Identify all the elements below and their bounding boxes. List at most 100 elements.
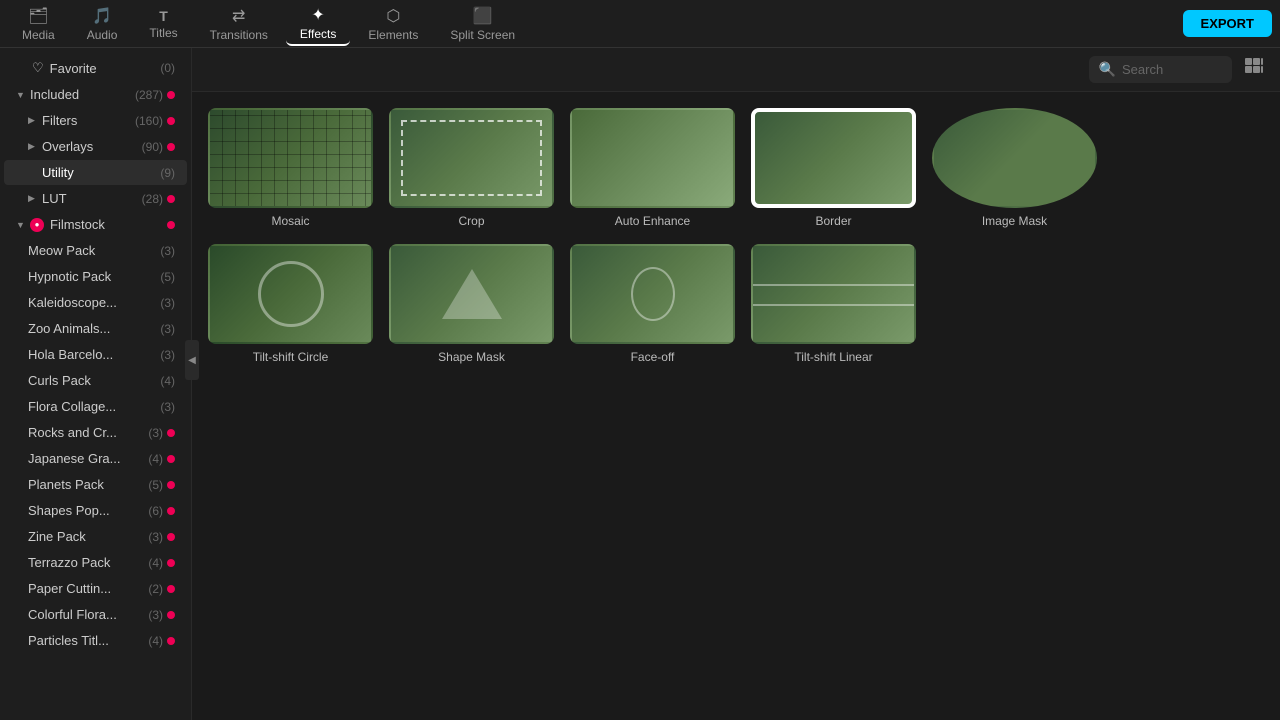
- sidebar-item-filmstock[interactable]: ▼ ● Filmstock: [4, 212, 187, 237]
- sidebar-item-meow-pack[interactable]: Meow Pack (3): [4, 238, 187, 263]
- search-box[interactable]: 🔍: [1089, 56, 1232, 83]
- sidebar: ♡ Favorite (0) ▼ Included (287) ▶ Filter…: [0, 48, 192, 720]
- nav-audio[interactable]: 🎵 Audio: [73, 2, 132, 46]
- search-input[interactable]: [1122, 62, 1222, 77]
- sidebar-item-japanese[interactable]: Japanese Gra... (4): [4, 446, 187, 471]
- effect-card-tilt-shift-linear[interactable]: Tilt-shift Linear: [751, 244, 916, 364]
- nav-audio-label: Audio: [87, 28, 118, 42]
- sidebar-planets-count: (5): [148, 478, 163, 492]
- export-button[interactable]: EXPORT: [1183, 10, 1272, 37]
- effect-thumb-crop: [389, 108, 554, 208]
- nav-split-screen[interactable]: ⬛ Split Screen: [436, 2, 529, 46]
- sidebar-item-flora-collage[interactable]: Flora Collage... (3): [4, 394, 187, 419]
- colorful-new-dot: [167, 611, 175, 619]
- nav-titles[interactable]: T Titles: [135, 2, 191, 46]
- sidebar-item-hypnotic-pack[interactable]: Hypnotic Pack (5): [4, 264, 187, 289]
- grid-view-icon: [1244, 57, 1264, 77]
- effect-thumb-shape-mask: [389, 244, 554, 344]
- nav-media-label: Media: [22, 28, 55, 42]
- effect-label-crop: Crop: [458, 214, 484, 228]
- content-area: ◀ 🔍 Mosaic: [192, 48, 1280, 720]
- effect-card-image-mask[interactable]: Image Mask: [932, 108, 1097, 228]
- sidebar-shapes-count: (6): [148, 504, 163, 518]
- sidebar-favorite-label: Favorite: [50, 61, 157, 76]
- sidebar-item-paper-cuttin[interactable]: Paper Cuttin... (2): [4, 576, 187, 601]
- sidebar-item-shapes-pop[interactable]: Shapes Pop... (6): [4, 498, 187, 523]
- effect-card-tilt-shift-circle[interactable]: Tilt-shift Circle: [208, 244, 373, 364]
- titles-icon: T: [159, 8, 168, 24]
- filters-expand-icon: ▶: [28, 115, 38, 126]
- sidebar-item-kaleidoscope[interactable]: Kaleidoscope... (3): [4, 290, 187, 315]
- effects-grid: Mosaic Crop Auto Enhance Border Image Ma…: [192, 92, 1280, 720]
- effect-card-shape-mask[interactable]: Shape Mask: [389, 244, 554, 364]
- overlays-expand-icon: ▶: [28, 141, 38, 152]
- sidebar-item-terrazzo[interactable]: Terrazzo Pack (4): [4, 550, 187, 575]
- sidebar-paper-label: Paper Cuttin...: [28, 581, 144, 596]
- nav-titles-label: Titles: [149, 26, 177, 40]
- sidebar-included-label: Included: [30, 87, 131, 102]
- sidebar-item-zine-pack[interactable]: Zine Pack (3): [4, 524, 187, 549]
- terrazzo-new-dot: [167, 559, 175, 567]
- sidebar-item-particles-titl[interactable]: Particles Titl... (4): [4, 628, 187, 653]
- sidebar-zoo-animals-label: Zoo Animals...: [28, 321, 156, 336]
- planets-new-dot: [167, 481, 175, 489]
- sidebar-terrazzo-label: Terrazzo Pack: [28, 555, 144, 570]
- sidebar-item-hola-barcelona[interactable]: Hola Barcelo... (3): [4, 342, 187, 367]
- nav-effects[interactable]: ✦ Effects: [286, 2, 350, 46]
- sidebar-collapse-icon: ◀: [192, 355, 196, 366]
- sidebar-item-utility[interactable]: Utility (9): [4, 160, 187, 185]
- sidebar-item-lut[interactable]: ▶ LUT (28): [4, 186, 187, 211]
- effect-thumb-mosaic: [208, 108, 373, 208]
- nav-transitions[interactable]: ⇄ Transitions: [196, 2, 282, 46]
- filters-new-dot: [167, 117, 175, 125]
- audio-icon: 🎵: [92, 6, 112, 26]
- sidebar-item-favorite[interactable]: ♡ Favorite (0): [4, 55, 187, 81]
- nav-elements[interactable]: ⬡ Elements: [354, 2, 432, 46]
- filmstock-new-dot: [167, 221, 175, 229]
- transitions-icon: ⇄: [232, 6, 245, 26]
- sidebar-particles-count: (4): [148, 634, 163, 648]
- sidebar-item-filters[interactable]: ▶ Filters (160): [4, 108, 187, 133]
- sidebar-japanese-count: (4): [148, 452, 163, 466]
- sidebar-item-colorful-flora[interactable]: Colorful Flora... (3): [4, 602, 187, 627]
- sidebar-item-included[interactable]: ▼ Included (287): [4, 82, 187, 107]
- sidebar-overlays-label: Overlays: [42, 139, 138, 154]
- nav-split-screen-label: Split Screen: [450, 28, 515, 42]
- sidebar-included-count: (287): [135, 88, 163, 102]
- sidebar-collapse-button[interactable]: ◀: [192, 340, 199, 380]
- search-icon: 🔍: [1099, 61, 1116, 78]
- effect-thumb-auto-enhance: [570, 108, 735, 208]
- particles-new-dot: [167, 637, 175, 645]
- overlays-new-dot: [167, 143, 175, 151]
- sidebar-favorite-count: (0): [160, 61, 175, 75]
- effect-label-border: Border: [815, 214, 851, 228]
- effect-card-auto-enhance[interactable]: Auto Enhance: [570, 108, 735, 228]
- nav-elements-label: Elements: [368, 28, 418, 42]
- grid-toggle-button[interactable]: [1244, 57, 1264, 82]
- nav-media[interactable]: 🗂 Media: [8, 2, 69, 46]
- nav-transitions-label: Transitions: [210, 28, 268, 42]
- effect-card-face-off[interactable]: Face-off: [570, 244, 735, 364]
- effect-label-tilt-shift-linear: Tilt-shift Linear: [794, 350, 872, 364]
- sidebar-meow-pack-label: Meow Pack: [28, 243, 156, 258]
- sidebar-item-planets-pack[interactable]: Planets Pack (5): [4, 472, 187, 497]
- split-screen-icon: ⬛: [473, 6, 493, 26]
- sidebar-colorful-label: Colorful Flora...: [28, 607, 144, 622]
- japanese-new-dot: [167, 455, 175, 463]
- lut-new-dot: [167, 195, 175, 203]
- sidebar-item-rocks-and-cr[interactable]: Rocks and Cr... (3): [4, 420, 187, 445]
- filmstock-expand-icon: ▼: [16, 220, 26, 230]
- sidebar-item-overlays[interactable]: ▶ Overlays (90): [4, 134, 187, 159]
- sidebar-item-zoo-animals[interactable]: Zoo Animals... (3): [4, 316, 187, 341]
- effect-card-mosaic[interactable]: Mosaic: [208, 108, 373, 228]
- content-header: 🔍: [192, 48, 1280, 92]
- paper-new-dot: [167, 585, 175, 593]
- lut-expand-icon: ▶: [28, 193, 38, 204]
- effects-icon: ✦: [311, 5, 324, 25]
- sidebar-rocks-label: Rocks and Cr...: [28, 425, 144, 440]
- effect-card-border[interactable]: Border: [751, 108, 916, 228]
- sidebar-item-curls-pack[interactable]: Curls Pack (4): [4, 368, 187, 393]
- effect-card-crop[interactable]: Crop: [389, 108, 554, 228]
- sidebar-paper-count: (2): [148, 582, 163, 596]
- sidebar-hola-barcelona-count: (3): [160, 348, 175, 362]
